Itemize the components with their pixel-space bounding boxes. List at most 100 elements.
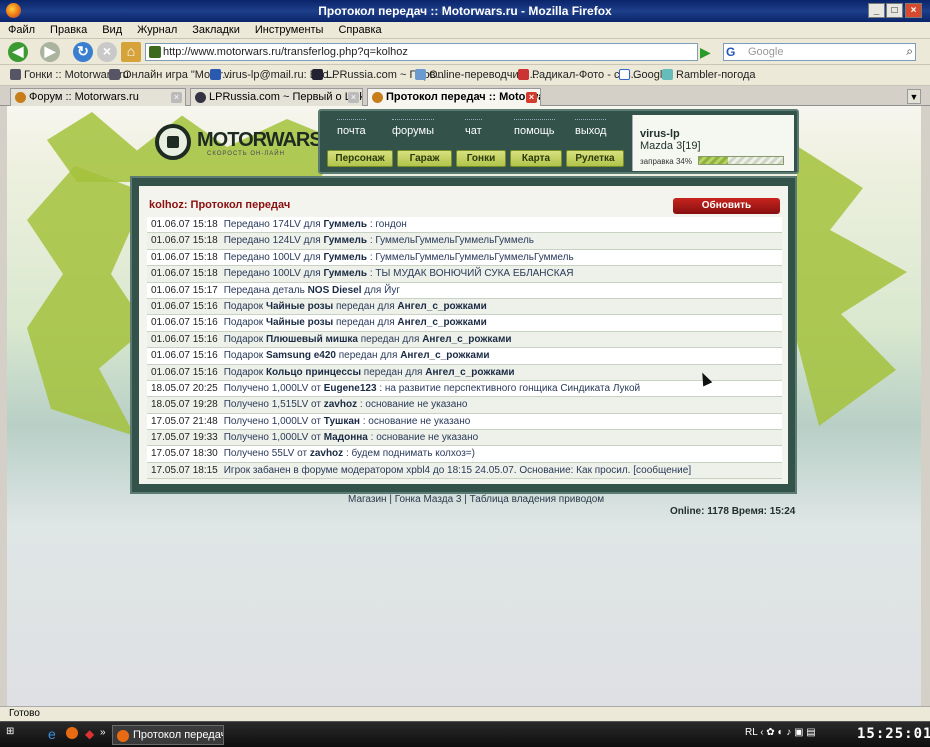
nav-help[interactable]: помощь	[514, 119, 555, 137]
menu-help[interactable]: Справка	[330, 22, 388, 36]
forward-icon[interactable]: ▶	[40, 42, 60, 62]
garage-button[interactable]: Гараж	[397, 150, 452, 167]
maximize-button[interactable]: □	[886, 3, 903, 18]
nav-logout[interactable]: выход	[575, 119, 607, 137]
table-row: 01.06.07 15:17 Передана деталь NOS Diesel…	[147, 282, 782, 299]
google-icon: G	[726, 45, 736, 59]
tab-list-icon[interactable]: ▼	[907, 89, 921, 104]
footer-links[interactable]: Магазин | Гонка Мазда 3 | Таблица владен…	[348, 494, 604, 505]
row-player-link[interactable]: Плюшевый мишка	[266, 334, 358, 345]
nav-chat[interactable]: чат	[465, 119, 482, 137]
search-icon[interactable]: ⌕	[906, 44, 913, 59]
close-tab-icon[interactable]: ×	[526, 92, 537, 103]
ie-icon[interactable]: e	[48, 726, 56, 742]
races-button[interactable]: Гонки	[456, 150, 506, 167]
close-tab-icon[interactable]: ×	[348, 92, 359, 103]
menu-edit[interactable]: Правка	[42, 22, 94, 36]
row-player-link[interactable]: Гуммель	[323, 219, 367, 230]
refresh-button[interactable]: Обновить	[673, 198, 780, 214]
go-icon[interactable]: ▶	[700, 43, 716, 61]
row-date: 01.06.07 15:18	[151, 235, 218, 247]
logo-icon	[155, 124, 191, 160]
character-button[interactable]: Персонаж	[327, 150, 393, 167]
title-bar: Протокол передач :: Motorwars.ru - Mozil…	[0, 0, 930, 22]
search-input[interactable]: G Google ⌕	[723, 43, 916, 61]
start-button[interactable]: ⊞	[6, 726, 42, 744]
quicklaunch-icon[interactable]: ◆	[85, 727, 94, 741]
map-button[interactable]: Карта	[510, 150, 562, 167]
row-text: Получено 1,000LV от	[223, 382, 324, 394]
user-car: Mazda 3[19]	[640, 140, 701, 152]
row-date: 17.05.07 18:30	[151, 448, 218, 460]
row-text: передан для	[333, 317, 398, 329]
table-row: 01.06.07 15:18 Передано 100LV для Гуммель…	[147, 266, 782, 283]
row-player-link[interactable]: zavhoz	[310, 448, 343, 459]
row-player-link[interactable]: zavhoz	[324, 399, 357, 410]
online-stats: Online: 1178 Время: 15:24	[670, 506, 796, 517]
menu-history[interactable]: Журнал	[129, 22, 184, 36]
fuel-bar-fill	[699, 157, 728, 164]
row-date: 01.06.07 15:17	[151, 284, 218, 296]
table-row: 01.06.07 15:16 Подарок Samsung e420 перед…	[147, 348, 782, 365]
row-player-link[interactable]: Ангел_с_рожками	[425, 367, 514, 378]
row-text: Получено 1,000LV от	[223, 432, 324, 444]
row-date: 01.06.07 15:18	[151, 268, 218, 280]
clock: 15:25:01	[857, 726, 930, 742]
roulette-button[interactable]: Рулетка	[566, 150, 624, 167]
expand-quicklaunch-icon[interactable]: »	[100, 727, 106, 738]
row-player-link[interactable]: Ангел_с_рожками	[422, 334, 511, 345]
minimize-button[interactable]: _	[868, 3, 885, 18]
row-date: 01.06.07 15:16	[151, 317, 218, 329]
stop-icon[interactable]: ×	[97, 42, 117, 62]
row-player-link[interactable]: Чайные розы	[266, 301, 333, 312]
row-player-link[interactable]: Ангел_с_рожками	[400, 350, 489, 361]
page-content: MOTORWARS.RU СКОРОСТЬ ОН-ЛАЙН почта фору…	[7, 106, 921, 706]
row-player-link[interactable]: Ангел_с_рожками	[397, 317, 486, 328]
row-text: Передано 174LV для	[223, 219, 324, 230]
tab-forum[interactable]: Форум :: Motorwars.ru ×	[10, 88, 186, 106]
row-player-link[interactable]: Ангел_с_рожками	[397, 301, 486, 312]
home-icon[interactable]: ⌂	[121, 42, 141, 62]
fuel-bar	[698, 156, 784, 165]
row-player-link[interactable]: Мадонна	[324, 432, 368, 443]
site-menu: почта форумы чат помощь выход Персонаж Г…	[318, 109, 799, 174]
row-date: 01.06.07 15:16	[151, 300, 218, 312]
menu-bookmarks[interactable]: Закладки	[184, 22, 247, 36]
language-indicator[interactable]: RL	[745, 727, 757, 738]
row-player-link[interactable]: Чайные розы	[266, 317, 333, 328]
transfer-log-table: 01.06.07 15:18 Передано 174LV для Гуммель…	[147, 217, 782, 480]
taskbar-item-firefox[interactable]: Протокол передач :...	[112, 725, 224, 745]
row-player-link[interactable]: Гуммель	[323, 252, 367, 263]
tab-transferlog[interactable]: Протокол передач :: Motorwars....×	[367, 88, 541, 107]
close-button[interactable]: ×	[905, 3, 922, 18]
nav-forums[interactable]: форумы	[392, 119, 435, 137]
row-player-link[interactable]: Samsung e420	[266, 350, 336, 361]
row-player-link[interactable]: Кольцо принцессы	[266, 367, 361, 378]
back-icon[interactable]: ◀	[8, 42, 28, 62]
row-player-link[interactable]: Eugene123	[324, 383, 377, 394]
username[interactable]: virus-lp	[640, 128, 680, 140]
close-tab-icon[interactable]: ×	[171, 92, 182, 103]
transfer-log-panel: kolhoz: Протокол передач Обновить 01.06.…	[130, 176, 797, 494]
row-player-link[interactable]: NOS Diesel	[308, 285, 362, 296]
row-player-link[interactable]: Гуммель	[323, 235, 367, 246]
row-player-link[interactable]: Гуммель	[323, 268, 367, 279]
row-text: Подарок	[223, 300, 266, 312]
menu-file[interactable]: Файл	[0, 22, 42, 36]
row-text: Подарок	[223, 333, 266, 345]
nav-mail[interactable]: почта	[337, 119, 366, 137]
row-text: Подарок	[223, 317, 266, 329]
menu-tools[interactable]: Инструменты	[247, 22, 331, 36]
address-bar[interactable]: http://www.motorwars.ru/transferlog.php?…	[145, 43, 698, 61]
tab-lprussia[interactable]: LPRussia.com ~ Первый о Linkin Park ...×	[190, 88, 363, 106]
reload-icon[interactable]: ↻	[73, 42, 93, 62]
row-text: Получено 1,515LV от	[223, 399, 324, 411]
row-player-link[interactable]: Тушкан	[324, 416, 360, 427]
firefox-quicklaunch-icon[interactable]	[66, 727, 78, 739]
row-text: : будем поднимать колхоз=)	[343, 448, 475, 460]
row-date: 17.05.07 18:15	[151, 464, 218, 476]
row-date: 18.05.07 20:25	[151, 382, 218, 394]
menu-view[interactable]: Вид	[94, 22, 129, 36]
bookmark-item[interactable]: Rambler-погода	[662, 69, 756, 81]
row-text: передан для	[335, 350, 401, 362]
